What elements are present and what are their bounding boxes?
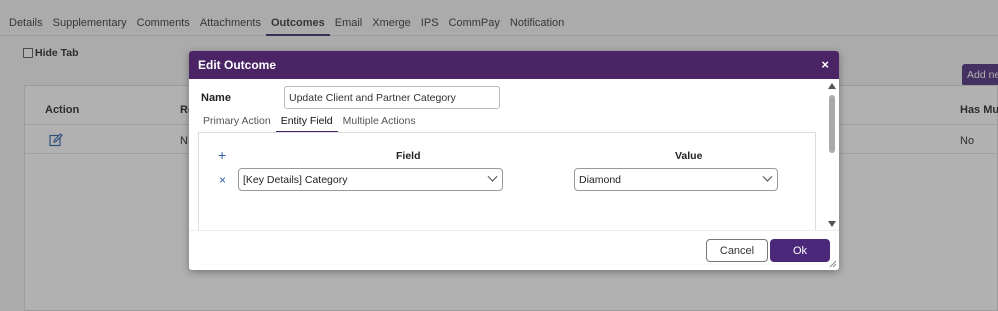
edit-outcome-dialog: Edit Outcome × Name Primary Action Entit…: [189, 51, 839, 270]
dialog-tab-bar: Primary Action Entity Field Multiple Act…: [198, 115, 421, 133]
add-row-icon[interactable]: +: [218, 147, 226, 163]
ok-button[interactable]: Ok: [770, 239, 830, 262]
dialog-body: Name Primary Action Entity Field Multipl…: [189, 79, 826, 230]
name-label: Name: [201, 92, 231, 104]
value-column-header: Value: [675, 150, 703, 162]
field-select[interactable]: [Key Details] Category: [238, 168, 503, 191]
field-column-header: Field: [396, 150, 421, 162]
chevron-down-icon: [487, 171, 498, 182]
entity-field-panel: + Field Value × [Key Details] Category D…: [198, 132, 816, 230]
name-input[interactable]: [284, 86, 500, 109]
tab-multiple-actions[interactable]: Multiple Actions: [338, 115, 421, 133]
scroll-down-icon[interactable]: [828, 221, 836, 227]
close-icon[interactable]: ×: [821, 57, 829, 72]
value-select[interactable]: Diamond: [574, 168, 778, 191]
scroll-up-icon[interactable]: [828, 83, 836, 89]
dialog-header: Edit Outcome ×: [189, 51, 839, 79]
tab-entity-field[interactable]: Entity Field: [275, 115, 338, 133]
chevron-down-icon: [762, 171, 773, 182]
resize-handle-icon[interactable]: [828, 259, 837, 268]
value-select-value: Diamond: [579, 174, 622, 186]
tab-primary-action[interactable]: Primary Action: [198, 115, 276, 133]
scroll-thumb[interactable]: [829, 95, 835, 153]
dialog-footer: Cancel Ok: [189, 230, 839, 270]
dialog-scrollbar[interactable]: [827, 81, 838, 231]
remove-row-icon[interactable]: ×: [219, 173, 226, 187]
dialog-title: Edit Outcome: [198, 58, 277, 72]
cancel-button[interactable]: Cancel: [706, 239, 768, 262]
field-select-value: [Key Details] Category: [243, 174, 348, 186]
